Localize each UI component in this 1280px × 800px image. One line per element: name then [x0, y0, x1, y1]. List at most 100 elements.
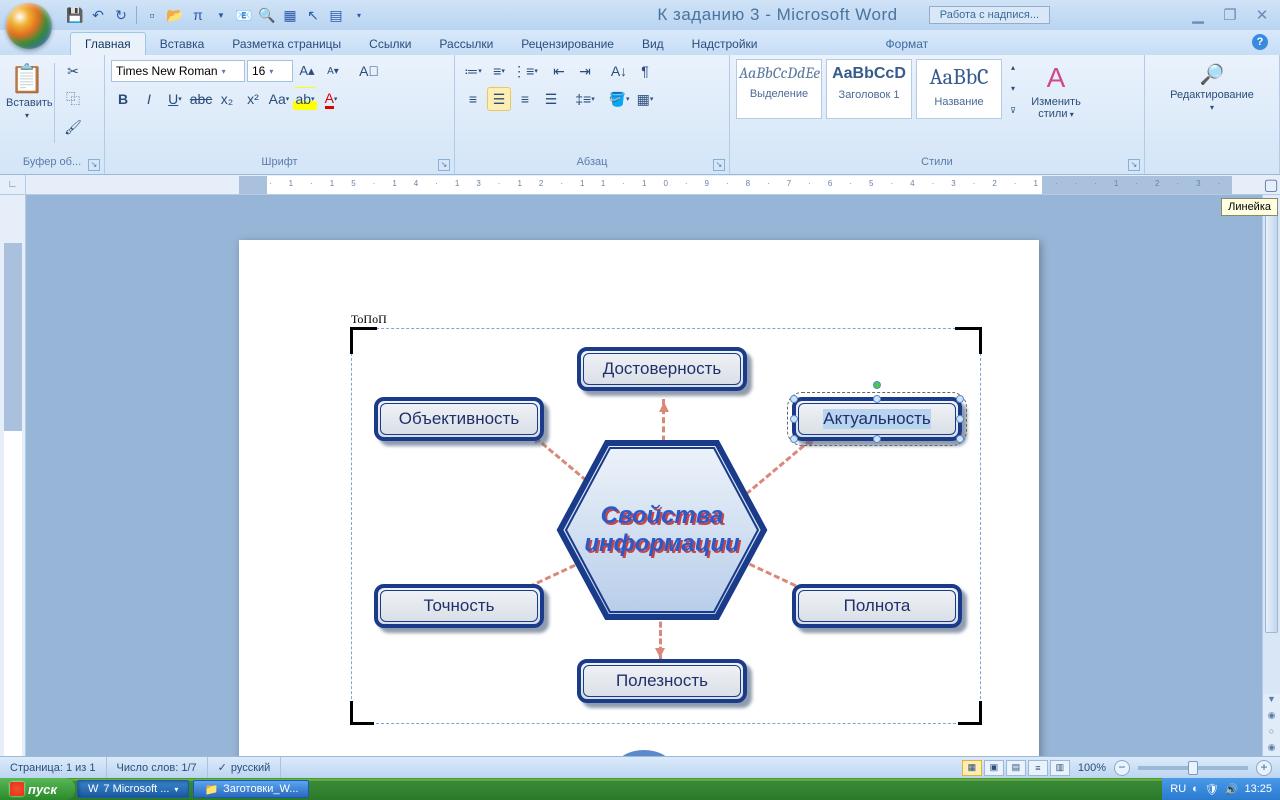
node-tl[interactable]: Объективность	[374, 397, 544, 441]
minimize-button[interactable]: ▁	[1186, 6, 1210, 24]
grow-font-button[interactable]: A▴	[295, 59, 319, 83]
center-hexagon[interactable]: Свойстваинформации	[552, 435, 772, 625]
view-outline[interactable]: ≡	[1028, 760, 1048, 776]
status-words[interactable]: Число слов: 1/7	[107, 757, 208, 778]
tray-icon-1[interactable]: ◐	[1192, 783, 1199, 795]
new-icon[interactable]: ▫	[142, 5, 162, 25]
view-draft[interactable]: ▥	[1050, 760, 1070, 776]
style-heading1[interactable]: AaBbCcDЗаголовок 1	[826, 59, 912, 119]
font-name-combo[interactable]: Times New Roman▾	[111, 60, 245, 82]
office-button[interactable]	[6, 3, 62, 58]
clear-formatting-button[interactable]: A⃠	[357, 59, 381, 83]
node-top[interactable]: Достоверность	[577, 347, 747, 391]
zoom-out-button[interactable]: −	[1114, 760, 1130, 776]
styles-more[interactable]: ⊽	[1006, 102, 1020, 119]
node-bottom[interactable]: Полезность	[577, 659, 747, 703]
italic-button[interactable]: I	[137, 87, 161, 111]
node-tr[interactable]: Актуальность	[792, 397, 962, 441]
bold-button[interactable]: B	[111, 87, 135, 111]
tab-review[interactable]: Рецензирование	[507, 33, 628, 55]
view-full-reading[interactable]: ▣	[984, 760, 1004, 776]
styles-scroll-up[interactable]: ▴	[1006, 59, 1020, 76]
open-icon[interactable]: 📂	[165, 5, 185, 25]
save-icon[interactable]: 💾	[65, 5, 85, 25]
change-case-button[interactable]: Aa▾	[267, 87, 291, 111]
copy-button[interactable]: ⿻	[61, 87, 85, 111]
change-styles-button[interactable]: A Изменить стили ▾	[1024, 59, 1088, 120]
node-bl[interactable]: Точность	[374, 584, 544, 628]
node-br[interactable]: Полнота	[792, 584, 962, 628]
horizontal-ruler[interactable]: ·1·15·14·13·12·11·10·9·8·7·6·5·4·3·2·1··…	[239, 176, 1232, 194]
document-page[interactable]: ТоПоП Свойстваинформации Достоверность О…	[239, 240, 1039, 758]
status-page[interactable]: Страница: 1 из 1	[0, 757, 107, 778]
cut-button[interactable]: ✂	[61, 59, 85, 83]
taskbar-folder[interactable]: 📁Заготовки_W...	[193, 780, 309, 798]
close-button[interactable]: ✕	[1250, 6, 1274, 24]
qat-more-icon[interactable]: ▾	[349, 5, 369, 25]
paste-button[interactable]: 📋 Вставить ▾	[6, 59, 48, 121]
tab-references[interactable]: Ссылки	[355, 33, 425, 55]
multilevel-button[interactable]: ⋮≡▾	[513, 59, 537, 83]
align-right-button[interactable]: ≡	[513, 87, 537, 111]
start-button[interactable]: пуск	[0, 778, 75, 800]
tray-lang[interactable]: RU	[1170, 783, 1186, 795]
status-language[interactable]: ✓русский	[208, 757, 282, 778]
strike-button[interactable]: abc	[189, 87, 213, 111]
font-color-button[interactable]: A▾	[319, 87, 343, 111]
scroll-down-icon[interactable]: ▼	[1263, 694, 1280, 710]
tab-stop-selector[interactable]: ∟	[0, 175, 26, 195]
restore-button[interactable]: ❐	[1218, 6, 1242, 24]
highlight-button[interactable]: ab▾	[293, 87, 317, 111]
subscript-button[interactable]: x₂	[215, 87, 239, 111]
tab-addins[interactable]: Надстройки	[678, 33, 772, 55]
align-left-button[interactable]: ≡	[461, 87, 485, 111]
indent-inc-button[interactable]: ⇥	[573, 59, 597, 83]
mail-icon[interactable]: 📧	[234, 5, 254, 25]
tab-insert[interactable]: Вставка	[146, 33, 219, 55]
vertical-ruler[interactable]	[0, 195, 26, 758]
text-topop[interactable]: ТоПоП	[351, 312, 387, 327]
zoom-level[interactable]: 100%	[1078, 762, 1106, 774]
redo-icon[interactable]: ↻	[111, 5, 131, 25]
view-print-layout[interactable]: ▦	[962, 760, 982, 776]
tab-format[interactable]: Формат	[872, 33, 943, 55]
select-icon[interactable]: ↖	[303, 5, 323, 25]
underline-button[interactable]: U▾	[163, 87, 187, 111]
help-icon[interactable]: ?	[1252, 34, 1268, 50]
ruler-toggle[interactable]: ▢	[1262, 175, 1280, 195]
browse-object-icon[interactable]: ○	[1263, 726, 1280, 742]
vertical-scrollbar[interactable]: ▲ ▼ ◉ ○ ◉	[1262, 195, 1280, 758]
editing-button[interactable]: 🔎 Редактирование ▾	[1167, 59, 1257, 113]
style-title[interactable]: AaBbCНазвание	[916, 59, 1002, 119]
zoom-slider[interactable]	[1138, 766, 1248, 770]
justify-button[interactable]: ☰	[539, 87, 563, 111]
borders-button[interactable]: ▦▾	[633, 87, 657, 111]
qat-dd-1[interactable]: ▼	[211, 5, 231, 25]
tray-icon-3[interactable]: 🔊	[1225, 783, 1239, 796]
align-center-button[interactable]: ☰	[487, 87, 511, 111]
tab-pagelayout[interactable]: Разметка страницы	[218, 33, 355, 55]
numbering-button[interactable]: ≡▾	[487, 59, 511, 83]
equation-icon[interactable]: π	[188, 5, 208, 25]
zoom-in-button[interactable]: +	[1256, 760, 1272, 776]
tray-icon-2[interactable]: 🛡	[1205, 783, 1219, 796]
clipboard-dialog-launcher[interactable]: ↘	[88, 159, 100, 171]
tab-home[interactable]: Главная	[70, 32, 146, 55]
prev-page-icon[interactable]: ◉	[1263, 710, 1280, 726]
style-emphasis[interactable]: AaBbCcDdEeВыделение	[736, 59, 822, 119]
show-marks-button[interactable]: ¶	[633, 59, 657, 83]
tab-mailings[interactable]: Рассылки	[425, 33, 507, 55]
styles-scroll-down[interactable]: ▾	[1006, 80, 1020, 97]
scroll-thumb[interactable]	[1265, 213, 1278, 633]
zoom-thumb[interactable]	[1188, 761, 1198, 775]
tab-view[interactable]: Вид	[628, 33, 678, 55]
shading-button[interactable]: 🪣▾	[607, 87, 631, 111]
styles-dialog-launcher[interactable]: ↘	[1128, 159, 1140, 171]
font-size-combo[interactable]: 16▾	[247, 60, 293, 82]
indent-dec-button[interactable]: ⇤	[547, 59, 571, 83]
drawing-canvas[interactable]: Свойстваинформации Достоверность Объекти…	[351, 328, 981, 724]
tray-time[interactable]: 13:25	[1244, 783, 1272, 795]
system-tray[interactable]: RU ◐ 🛡 🔊 13:25	[1162, 778, 1280, 800]
font-dialog-launcher[interactable]: ↘	[438, 159, 450, 171]
undo-icon[interactable]: ↶	[88, 5, 108, 25]
